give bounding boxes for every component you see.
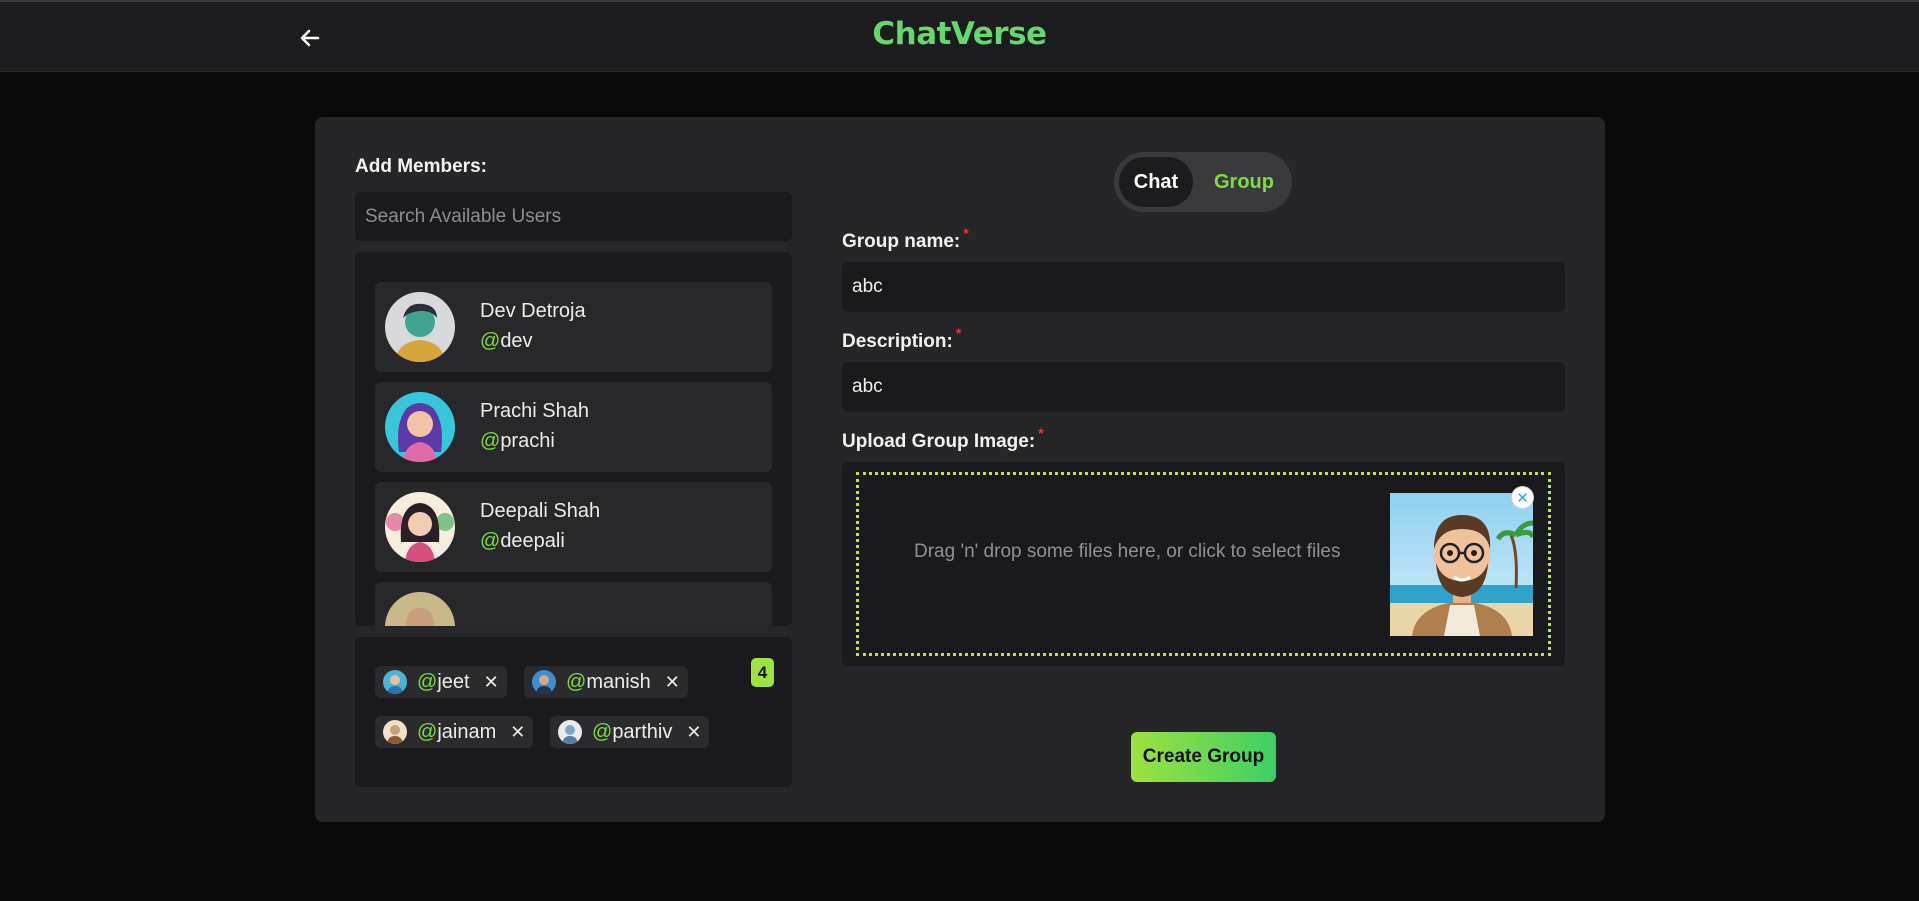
group-name-input[interactable]: abc [842,262,1565,312]
at-sign: @ [480,530,501,552]
avatar [532,670,556,694]
dropzone-text: Drag 'n' drop some files here, or click … [914,541,1341,562]
group-image-preview [1390,493,1533,636]
remove-member-button[interactable]: ✕ [686,722,701,743]
handle-text: deepali [500,530,565,552]
upload-label: Upload Group Image: * [842,425,1044,453]
toggle-chat[interactable]: Chat [1119,157,1193,207]
list-item[interactable] [375,582,772,626]
selected-members: @ jeet ✕ @ manish ✕ @ jainam ✕ @ parthiv ✕ [355,637,792,787]
label-text: Group name: [842,231,961,252]
chat-group-toggle[interactable]: Chat Group [1114,152,1292,212]
chip-handle: jainam [437,720,497,743]
selected-count-badge: 4 [751,658,774,687]
at-sign: @ [417,670,438,693]
chip-handle: jeet [437,670,470,693]
at-sign: @ [566,670,587,693]
create-group-button[interactable]: Create Group [1131,732,1276,782]
chip-handle: manish [586,670,651,693]
at-sign: @ [480,330,501,352]
description-label: Description: * [842,325,961,353]
description-input[interactable]: abc [842,362,1565,412]
user-name: Deepali Shah [480,500,601,522]
avatar [383,670,407,694]
at-sign: @ [592,720,613,743]
chip-handle: parthiv [612,720,673,743]
group-name-label: Group name: * [842,225,969,253]
handle-text: prachi [500,430,555,452]
member-chip: @ manish ✕ [524,666,688,698]
user-handle: @dev [480,330,533,353]
required-mark: * [955,325,962,341]
list-item[interactable]: Dev Detroja @dev [375,282,772,372]
member-chip: @ parthiv ✕ [550,716,710,748]
search-input[interactable] [355,192,792,241]
avatar [385,392,455,462]
user-handle: @deepali [480,530,565,553]
avatar [385,492,455,562]
at-sign: @ [417,720,438,743]
avatar [385,292,455,362]
list-item[interactable]: Prachi Shah @prachi [375,382,772,472]
user-name: Prachi Shah [480,400,589,422]
user-name: Dev Detroja [480,300,586,322]
app-logo: ChatVerse [0,16,1919,52]
required-mark: * [963,225,969,241]
member-chip: @ jainam ✕ [375,716,534,748]
list-item[interactable]: Deepali Shah @deepali [375,482,772,572]
remove-member-button[interactable]: ✕ [484,672,499,693]
handle-text: dev [500,330,533,352]
label-text: Description: [842,331,953,352]
user-handle: @prachi [480,430,555,453]
available-users-list[interactable]: Dev Detroja @dev Prachi Shah @prachi Dee… [355,252,792,626]
add-members-label: Add Members: [355,156,487,177]
required-mark: * [1038,425,1044,441]
label-text: Upload Group Image: [842,431,1036,452]
remove-image-button[interactable]: ✕ [1511,486,1534,509]
toggle-group[interactable]: Group [1204,157,1284,207]
avatar [558,720,582,744]
avatar [385,592,455,626]
remove-member-button[interactable]: ✕ [510,722,525,743]
avatar [383,720,407,744]
at-sign: @ [480,430,501,452]
member-chip: @ jeet ✕ [375,666,507,698]
top-bar: ChatVerse [0,0,1919,72]
remove-member-button[interactable]: ✕ [665,672,680,693]
